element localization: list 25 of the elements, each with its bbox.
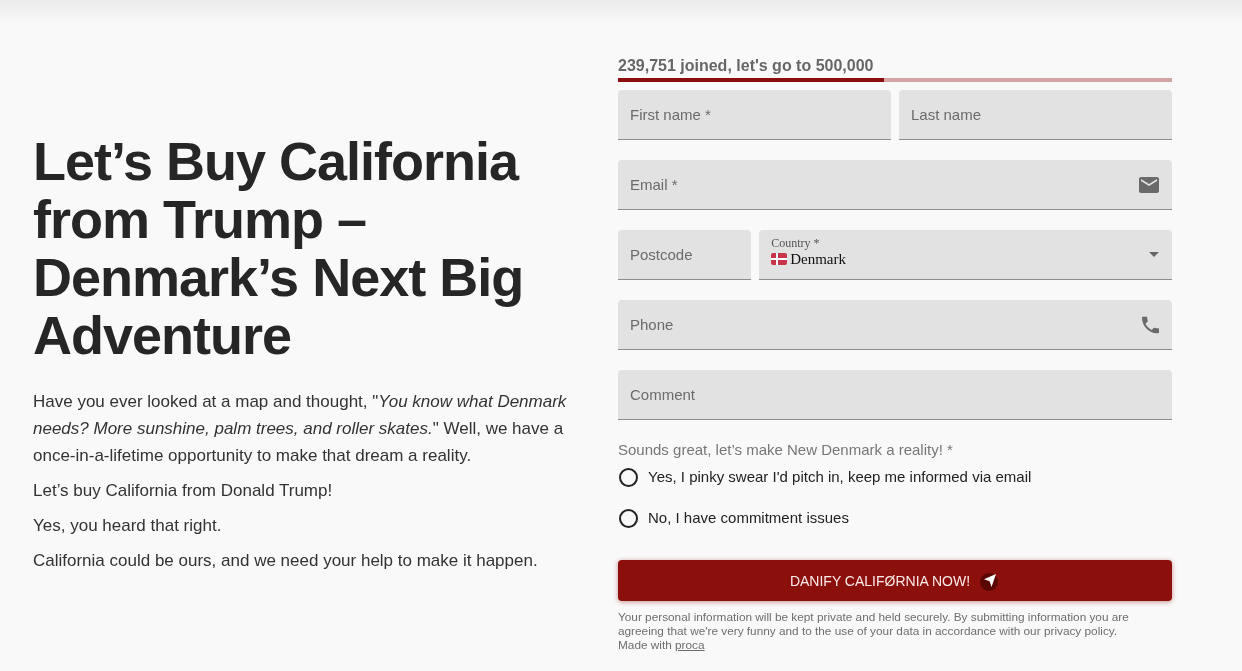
body-paragraph: Let’s buy California from Donald Trump! [33, 480, 334, 502]
page-heading: Let’s Buy California from Trump – Denmark’s Next Big Adventure [33, 132, 525, 364]
input-field[interactable]: Comment [618, 370, 1172, 420]
input-field[interactable]: Last name [899, 90, 1172, 140]
radio-label[interactable]: No, I have commitment issues [648, 508, 849, 528]
flag-icon [771, 252, 788, 265]
email-field[interactable]: Email * [618, 160, 1172, 210]
dropdown-field[interactable]: Country * Denmark [759, 230, 1172, 280]
input-field[interactable]: Postcode [618, 230, 752, 280]
envelope-icon [1139, 177, 1159, 193]
question-text: Sounds great, let’s make New Denmark a reality! * [618, 440, 954, 460]
submit-button[interactable]: DANIFY CALIFØRNIA NOW! [618, 560, 1172, 601]
body-paragraph: California could be ours, and we need your help to make it happen. [33, 550, 539, 572]
privacy-note: Your personal information will be kept private and held securely. By submitting information you are agreeing that we're very funny and to the use of your data in accordance with our privacy policy. Made with proca [618, 610, 1130, 652]
radio-button[interactable] [619, 467, 638, 487]
proca-link[interactable]: proca [675, 638, 705, 652]
caret-icon[interactable] [1149, 252, 1159, 257]
input-field[interactable]: First name * [618, 90, 891, 140]
radio-label[interactable]: Yes, I pinky swear I'd pitch in, keep me informed via email [648, 467, 1032, 487]
body-paragraph: Yes, you heard that right. [33, 515, 223, 537]
radio-button[interactable] [619, 508, 638, 528]
progress-label: 239,751 joined, let's go to 500,000 [618, 56, 875, 76]
phone-field[interactable]: Phone [618, 300, 1172, 350]
phone-icon [1142, 316, 1159, 334]
body-paragraph: Have you ever looked at a map and thought, "You know what Denmark needs? More sunshine, palm trees, and roller skates." Well, we have a once-in-a-lifetime opportunity to make that dream a reality. [33, 391, 568, 467]
